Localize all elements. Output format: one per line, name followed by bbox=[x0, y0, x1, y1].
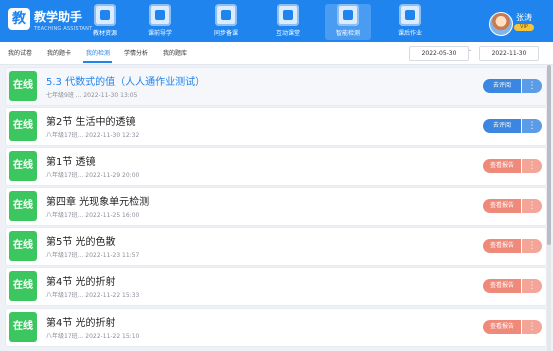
item-title[interactable]: 第2节 生活中的透镜 bbox=[46, 113, 136, 128]
status-badge: 在线 bbox=[9, 151, 37, 181]
item-meta: 八年级17班... 2022-11-25 16:00 bbox=[46, 212, 140, 219]
review-button[interactable]: 去评阅 bbox=[483, 119, 521, 133]
tab-my-cards[interactable]: 我的题卡 bbox=[47, 48, 71, 57]
view-report-button[interactable]: 查看报告 bbox=[483, 279, 521, 293]
more-options-button[interactable]: ⋮ bbox=[522, 159, 542, 173]
view-report-button[interactable]: 查看报告 bbox=[483, 239, 521, 253]
avatar[interactable] bbox=[489, 12, 513, 36]
nav-preclass-guide[interactable]: 课前导学 bbox=[137, 4, 183, 40]
homework-icon bbox=[399, 4, 421, 26]
item-meta: 七年级9班 ... 2022-11-30 13:05 bbox=[46, 92, 138, 99]
more-options-button[interactable]: ⋮ bbox=[522, 239, 542, 253]
status-badge: 在线 bbox=[9, 271, 37, 301]
status-badge: 在线 bbox=[9, 231, 37, 261]
item-meta: 八年级17班... 2022-11-23 11:57 bbox=[46, 252, 140, 259]
top-header: 教 教学助手 TEACHING ASSISTANT 教材资源 课前导学 同步备课… bbox=[0, 0, 553, 42]
item-title[interactable]: 第1节 透镜 bbox=[46, 153, 96, 168]
item-meta: 八年级17班... 2022-11-30 12:32 bbox=[46, 132, 140, 139]
app-name: 教学助手 bbox=[34, 10, 83, 24]
upload-icon bbox=[149, 4, 171, 26]
item-title[interactable]: 第4节 光的折射 bbox=[46, 314, 116, 329]
tab-my-tests[interactable]: 我的检测 bbox=[86, 48, 110, 57]
item-title[interactable]: 第5节 光的色散 bbox=[46, 233, 116, 248]
list-item[interactable]: 在线 第4节 光的折射 八年级17班... 2022-11-22 15:10 查… bbox=[5, 308, 547, 347]
more-options-button[interactable]: ⋮ bbox=[522, 199, 542, 213]
list-item[interactable]: 在线 第5节 光的色散 八年级17班... 2022-11-23 11:57 查… bbox=[5, 227, 547, 266]
item-meta: 八年级17班... 2022-11-22 15:33 bbox=[46, 292, 140, 299]
nav-label: 课前导学 bbox=[147, 30, 172, 37]
status-badge: 在线 bbox=[9, 71, 37, 101]
list-item[interactable]: 在线 第4节 光的折射 八年级17班... 2022-11-22 15:33 查… bbox=[5, 267, 547, 306]
item-title[interactable]: 第四章 光现象单元检测 bbox=[46, 193, 149, 208]
date-separator: - bbox=[469, 47, 472, 54]
end-date-field[interactable]: 2022-11-30 bbox=[479, 46, 539, 61]
nav-label: 互动课堂 bbox=[275, 30, 300, 37]
more-options-button[interactable]: ⋮ bbox=[522, 320, 542, 334]
status-badge: 在线 bbox=[9, 191, 37, 221]
item-title[interactable]: 第4节 光的折射 bbox=[46, 273, 116, 288]
more-options-button[interactable]: ⋮ bbox=[522, 79, 542, 93]
item-meta: 八年级17班... 2022-11-22 15:10 bbox=[46, 333, 140, 340]
more-options-button[interactable]: ⋮ bbox=[522, 279, 542, 293]
nav-smart-test[interactable]: 智能检测 bbox=[325, 4, 371, 40]
vip-badge: VIP bbox=[514, 24, 534, 31]
tab-my-papers[interactable]: 我的试卷 bbox=[8, 48, 32, 57]
app-logo: 教 bbox=[8, 8, 30, 30]
book-icon bbox=[94, 4, 116, 26]
nav-label: 智能检测 bbox=[335, 30, 360, 37]
view-report-button[interactable]: 查看报告 bbox=[483, 320, 521, 334]
more-options-button[interactable]: ⋮ bbox=[522, 119, 542, 133]
monitor-icon bbox=[277, 4, 299, 26]
status-badge: 在线 bbox=[9, 111, 37, 141]
view-report-button[interactable]: 查看报告 bbox=[483, 199, 521, 213]
list-item[interactable]: 在线 5.3 代数式的值（人人通作业测试） 七年级9班 ... 2022-11-… bbox=[5, 67, 547, 106]
review-button[interactable]: 去评阅 bbox=[483, 79, 521, 93]
nav-lesson-prep[interactable]: 同步备课 bbox=[203, 4, 249, 40]
status-badge: 在线 bbox=[9, 312, 37, 342]
active-tab-indicator bbox=[83, 61, 112, 63]
tab-question-bank[interactable]: 我的题库 bbox=[163, 48, 187, 57]
check-icon bbox=[337, 4, 359, 26]
item-meta: 八年级17班... 2022-11-29 20:00 bbox=[46, 172, 140, 179]
start-date-field[interactable]: 2022-05-30 bbox=[409, 46, 469, 61]
view-report-button[interactable]: 查看报告 bbox=[483, 159, 521, 173]
tab-learning-analysis[interactable]: 学情分析 bbox=[124, 48, 148, 57]
nav-homework[interactable]: 课后作业 bbox=[387, 4, 433, 40]
nav-interactive-class[interactable]: 互动课堂 bbox=[265, 4, 311, 40]
nav-textbook-resources[interactable]: 教材资源 bbox=[82, 4, 128, 40]
nav-label: 同步备课 bbox=[213, 30, 238, 37]
nav-label: 课后作业 bbox=[397, 30, 422, 37]
list-item[interactable]: 在线 第1节 透镜 八年级17班... 2022-11-29 20:00 查看报… bbox=[5, 147, 547, 186]
test-list: 在线 5.3 代数式的值（人人通作业测试） 七年级9班 ... 2022-11-… bbox=[0, 65, 553, 351]
pencil-icon bbox=[215, 4, 237, 26]
tab-bar: 我的试卷 我的题卡 我的检测 学情分析 我的题库 2022-05-30 - 20… bbox=[0, 42, 553, 65]
nav-label: 教材资源 bbox=[92, 30, 117, 37]
username: 张涛 bbox=[516, 13, 532, 22]
item-title[interactable]: 5.3 代数式的值（人人通作业测试） bbox=[46, 73, 205, 88]
list-item[interactable]: 在线 第四章 光现象单元检测 八年级17班... 2022-11-25 16:0… bbox=[5, 187, 547, 226]
list-item[interactable]: 在线 第2节 生活中的透镜 八年级17班... 2022-11-30 12:32… bbox=[5, 107, 547, 146]
